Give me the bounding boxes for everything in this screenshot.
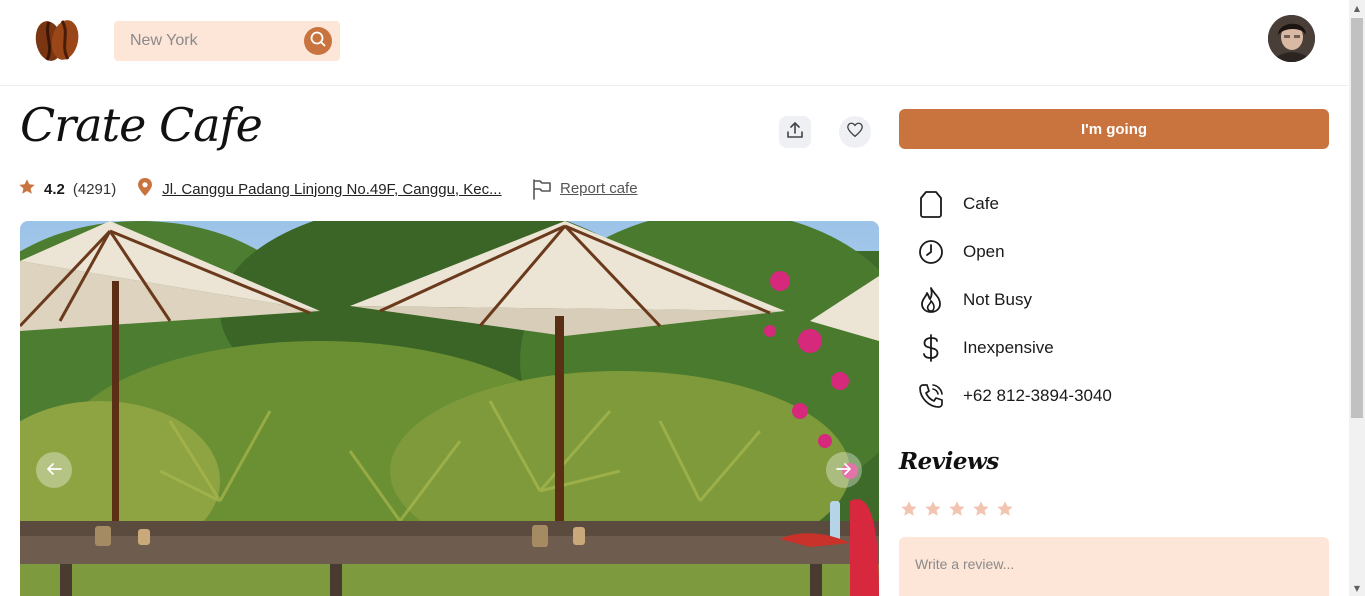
clock-icon — [917, 238, 945, 266]
star-rating-2-icon[interactable] — [921, 498, 945, 520]
flag-icon[interactable] — [531, 178, 553, 204]
arrow-left-icon — [45, 461, 63, 480]
user-avatar[interactable] — [1268, 15, 1315, 62]
reviews-heading: Reviews — [899, 448, 999, 475]
review-count: (4291) — [72, 180, 117, 198]
cafe-title: Crate Cafe — [20, 98, 263, 152]
search-input[interactable] — [114, 21, 298, 61]
coffee-bean-logo[interactable] — [32, 16, 82, 64]
rating-value: 4.2 — [44, 180, 65, 198]
previous-photo-button[interactable] — [36, 452, 72, 488]
scroll-up-arrow-icon[interactable]: ▲ — [1349, 0, 1365, 16]
top-header — [0, 0, 1349, 86]
info-row-busyness: Not Busy — [917, 285, 1032, 315]
review-box — [899, 537, 1329, 596]
scroll-down-arrow-icon[interactable]: ▼ — [1349, 580, 1365, 596]
im-going-button[interactable]: I'm going — [899, 109, 1329, 149]
tag-icon — [917, 190, 945, 218]
flame-icon — [917, 286, 945, 314]
share-icon — [785, 120, 805, 144]
search-icon — [309, 30, 327, 52]
favorite-button[interactable] — [839, 116, 871, 148]
search-button[interactable] — [304, 27, 332, 55]
report-cafe-link[interactable]: Report cafe — [560, 180, 638, 197]
review-star-rating[interactable] — [897, 498, 1017, 520]
cafe-meta-row: 4.2 (4291) Jl. Canggu Padang Linjong No.… — [18, 178, 502, 200]
info-phone-label[interactable]: +62 812-3894-3040 — [963, 386, 1112, 406]
info-row-category: Cafe — [917, 189, 999, 219]
info-row-status: Open — [917, 237, 1005, 267]
address-link[interactable]: Jl. Canggu Padang Linjong No.49F, Canggu… — [162, 181, 501, 198]
page-scrollbar[interactable]: ▲ ▼ — [1349, 0, 1365, 596]
info-row-phone[interactable]: +62 812-3894-3040 — [917, 381, 1112, 411]
star-rating-3-icon[interactable] — [945, 498, 969, 520]
arrow-right-icon — [835, 461, 853, 480]
star-rating-5-icon[interactable] — [993, 498, 1017, 520]
dollar-icon — [917, 334, 945, 362]
info-category-label: Cafe — [963, 194, 999, 213]
star-icon — [18, 178, 36, 200]
star-rating-4-icon[interactable] — [969, 498, 993, 520]
star-rating-1-icon[interactable] — [897, 498, 921, 520]
info-price-label: Inexpensive — [963, 338, 1054, 357]
info-busyness-label: Not Busy — [963, 290, 1032, 309]
share-button[interactable] — [779, 116, 811, 148]
info-status-label: Open — [963, 242, 1005, 261]
next-photo-button[interactable] — [826, 452, 862, 488]
location-pin-icon — [136, 177, 154, 201]
heart-icon — [846, 121, 864, 143]
review-input[interactable] — [899, 537, 1329, 596]
info-row-price: Inexpensive — [917, 333, 1054, 363]
scroll-thumb[interactable] — [1351, 18, 1363, 418]
cafe-photo — [20, 221, 879, 596]
phone-icon — [917, 382, 945, 410]
